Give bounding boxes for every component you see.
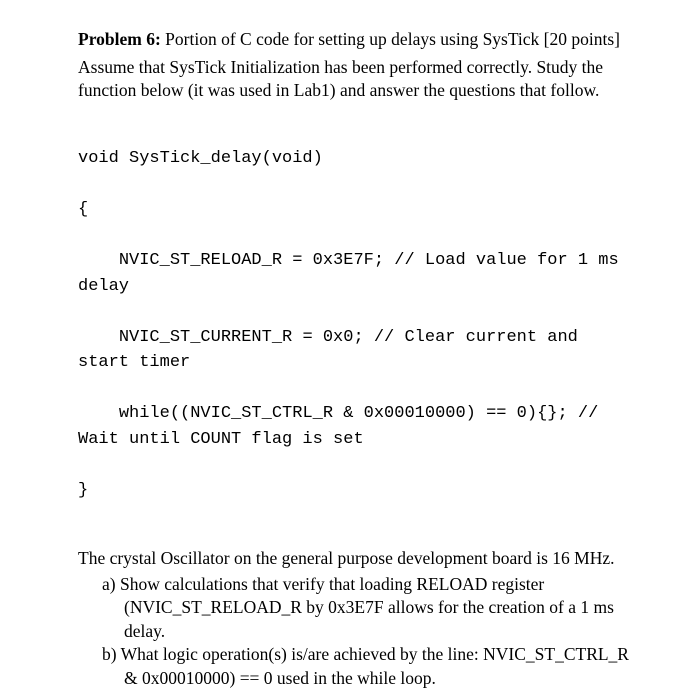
problem-title: Portion of C code for setting up delays … bbox=[161, 29, 620, 49]
code-line: NVIC_ST_CURRENT_R = 0x0; // Clear curren… bbox=[78, 325, 630, 376]
problem-label: Problem 6: bbox=[78, 29, 161, 49]
code-line: NVIC_ST_RELOAD_R = 0x3E7F; // Load value… bbox=[78, 248, 630, 299]
subquestion-a: a) Show calculations that verify that lo… bbox=[100, 573, 630, 644]
question-setup: The crystal Oscillator on the general pu… bbox=[78, 547, 630, 571]
code-line: { bbox=[78, 197, 630, 223]
code-block: void SysTick_delay(void) { NVIC_ST_RELOA… bbox=[78, 121, 630, 529]
code-line: while((NVIC_ST_CTRL_R & 0x00010000) == 0… bbox=[78, 401, 630, 452]
code-line: void SysTick_delay(void) bbox=[78, 146, 630, 172]
code-line: } bbox=[78, 478, 630, 504]
intro-text: Assume that SysTick Initialization has b… bbox=[78, 56, 630, 103]
subquestion-b: b) What logic operation(s) is/are achiev… bbox=[100, 643, 630, 690]
problem-header: Problem 6: Portion of C code for setting… bbox=[78, 28, 630, 52]
